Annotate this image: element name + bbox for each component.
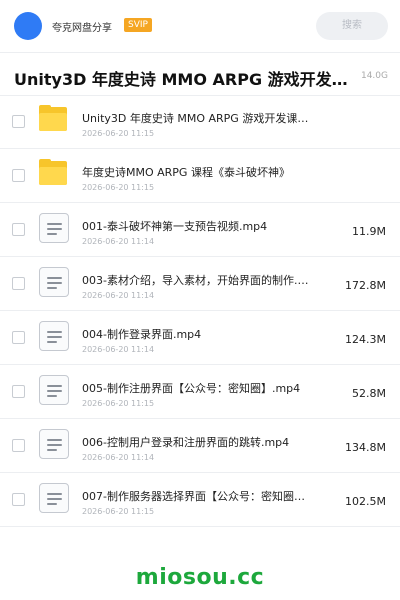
avatar[interactable] [14,12,42,40]
document-icon [39,483,69,513]
row-checkbox[interactable] [12,439,25,452]
file-size: 124.3M [345,333,386,346]
file-size: 134.8M [345,441,386,454]
document-icon [39,267,69,297]
svip-badge: SVIP [124,18,152,32]
file-date: 2026-06-20 11:14 [82,345,155,354]
row-checkbox[interactable] [12,493,25,506]
brand-name: 夸克网盘分享 [52,23,112,34]
file-list: Unity3D 年度史诗 MMO ARPG 游戏开发课程《泰斗破坏神》 2026-… [0,95,400,527]
top-bar: 夸克网盘分享 SVIP 搜索 [0,0,400,52]
header-divider [0,52,400,53]
file-row[interactable]: 004-制作登录界面.mp4 2026-06-20 11:14 124.3M [0,311,400,365]
file-date: 2026-06-20 11:15 [82,129,155,138]
file-date: 2026-06-20 11:15 [82,183,155,192]
file-date: 2026-06-20 11:14 [82,291,155,300]
folder-row[interactable]: Unity3D 年度史诗 MMO ARPG 游戏开发课程《泰斗破坏神》 2026-… [0,95,400,149]
row-checkbox[interactable] [12,169,25,182]
file-name: 007-制作服务器选择界面【公众号：密知圈】.mp4 [82,490,312,503]
file-date: 2026-06-20 11:14 [82,453,155,462]
folder-icon [39,105,69,135]
search-input[interactable]: 搜索 [316,12,388,40]
document-icon [39,429,69,459]
folder-row[interactable]: 年度史诗MMO ARPG 课程《泰斗破坏神》 2026-06-20 11:15 [0,149,400,203]
file-row[interactable]: 005-制作注册界面【公众号：密知圈】.mp4 2026-06-20 11:15 5… [0,365,400,419]
file-size: 11.9M [352,225,386,238]
file-name: Unity3D 年度史诗 MMO ARPG 游戏开发课程《泰斗破坏神》 [82,112,312,125]
row-checkbox[interactable] [12,385,25,398]
share-title-row: Unity3D 年度史诗 MMO ARPG 游戏开发课程《泰斗破坏神》 14.0… [0,60,400,94]
file-size: 52.8M [352,387,386,400]
file-name: 年度史诗MMO ARPG 课程《泰斗破坏神》 [82,166,290,179]
row-checkbox[interactable] [12,115,25,128]
document-icon [39,213,69,243]
file-name: 006-控制用户登录和注册界面的跳转.mp4 [82,436,290,449]
file-date: 2026-06-20 11:14 [82,237,155,246]
folder-icon [39,159,69,189]
document-icon [39,375,69,405]
file-row[interactable]: 003-素材介绍，导入素材，开始界面的制作.mp4 2026-06-20 11:1… [0,257,400,311]
row-checkbox[interactable] [12,223,25,236]
file-date: 2026-06-20 11:15 [82,507,155,516]
file-row[interactable]: 006-控制用户登录和注册界面的跳转.mp4 2026-06-20 11:14 13… [0,419,400,473]
file-name: 003-素材介绍，导入素材，开始界面的制作.mp4 [82,274,312,287]
page-title: Unity3D 年度史诗 MMO ARPG 游戏开发课程《泰斗破坏神》 [14,70,354,89]
file-date: 2026-06-20 11:15 [82,399,155,408]
file-row[interactable]: 001-泰斗破坏神第一支预告视频.mp4 2026-06-20 11:14 11.9… [0,203,400,257]
watermark: miosou.cc [135,565,265,590]
file-name: 004-制作登录界面.mp4 [82,328,202,341]
file-name: 001-泰斗破坏神第一支预告视频.mp4 [82,220,268,233]
total-size: 14.0G [356,71,388,81]
file-size: 172.8M [345,279,386,292]
file-name: 005-制作注册界面【公众号：密知圈】.mp4 [82,382,301,395]
row-checkbox[interactable] [12,277,25,290]
file-size: 102.5M [345,495,386,508]
document-icon [39,321,69,351]
row-checkbox[interactable] [12,331,25,344]
file-row[interactable]: 007-制作服务器选择界面【公众号：密知圈】.mp4 2026-06-20 11:… [0,473,400,527]
